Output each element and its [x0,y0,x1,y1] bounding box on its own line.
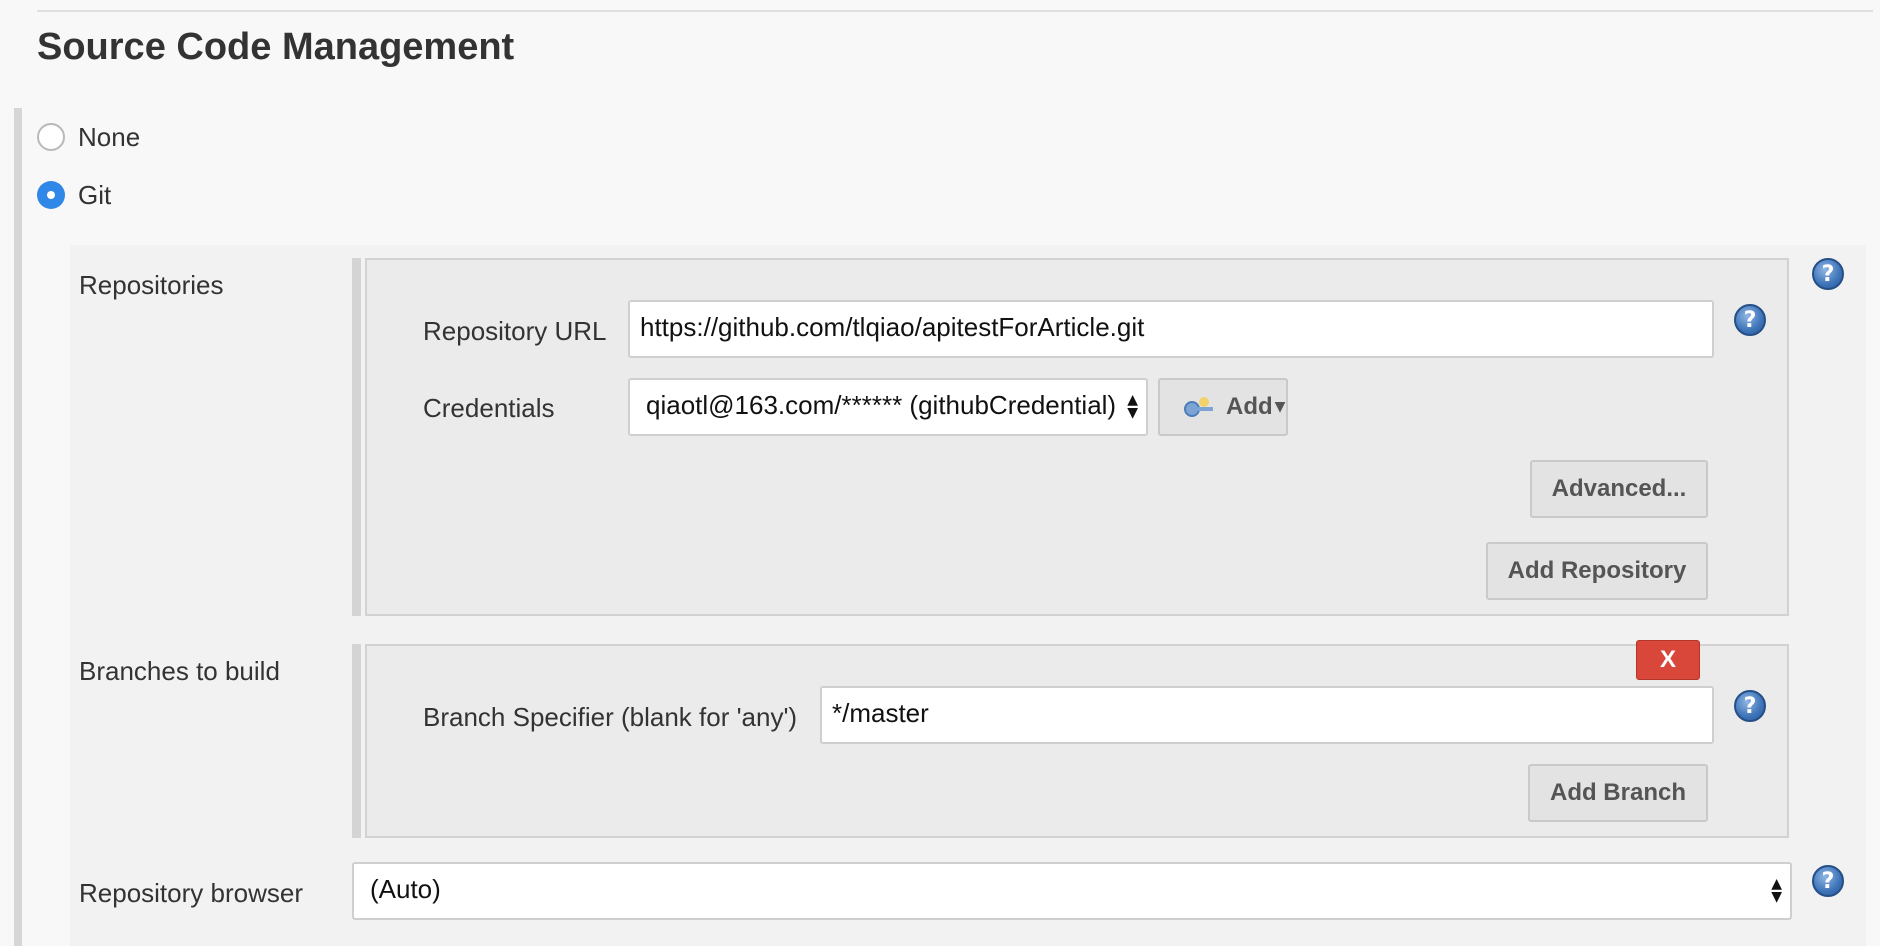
section-left-bar [14,108,22,946]
delete-branch-button[interactable]: X [1636,640,1700,680]
branch-specifier-help-icon[interactable]: ? [1734,690,1766,722]
key-icon [1184,397,1213,417]
add-credentials-label: Add [1226,393,1273,420]
radio-none[interactable] [37,123,65,151]
credentials-label: Credentials [423,393,555,423]
credentials-select[interactable]: qiaotl@163.com/****** (githubCredential)… [628,378,1148,436]
radio-none-label: None [78,122,141,152]
branch-specifier-input[interactable]: */master [820,686,1714,744]
repository-browser-value: (Auto) [370,874,441,904]
radio-git[interactable] [37,181,65,209]
repository-browser-help-icon[interactable]: ? [1812,865,1844,897]
branches-bar [352,644,361,838]
branches-label: Branches to build [79,656,280,686]
add-credentials-button[interactable]: Add ▼ [1158,378,1288,436]
add-branch-button[interactable]: Add Branch [1528,764,1708,822]
repositories-help-icon[interactable]: ? [1812,258,1844,290]
add-repository-button[interactable]: Add Repository [1486,542,1708,600]
section-title: Source Code Management [37,26,515,68]
repositories-bar [352,258,361,616]
credentials-selected-value: qiaotl@163.com/****** (githubCredential) [646,390,1117,420]
top-divider [37,10,1873,12]
repository-browser-label: Repository browser [79,878,303,908]
dropdown-arrow-icon: ▲ ▼ [1771,876,1782,905]
repository-url-help-icon[interactable]: ? [1734,304,1766,336]
repository-url-input[interactable]: https://github.com/tlqiao/apitestForArti… [628,300,1714,358]
repository-browser-select[interactable]: (Auto) ▲ ▼ [352,862,1792,920]
advanced-button[interactable]: Advanced... [1530,460,1708,518]
repositories-label: Repositories [79,270,224,300]
repository-url-label: Repository URL [423,316,607,346]
radio-git-label: Git [78,180,112,210]
branch-specifier-label: Branch Specifier (blank for 'any') [423,702,798,732]
dropdown-arrow-icon: ▲ ▼ [1127,392,1138,421]
add-dropdown-arrow-icon: ▼ [1274,399,1286,415]
